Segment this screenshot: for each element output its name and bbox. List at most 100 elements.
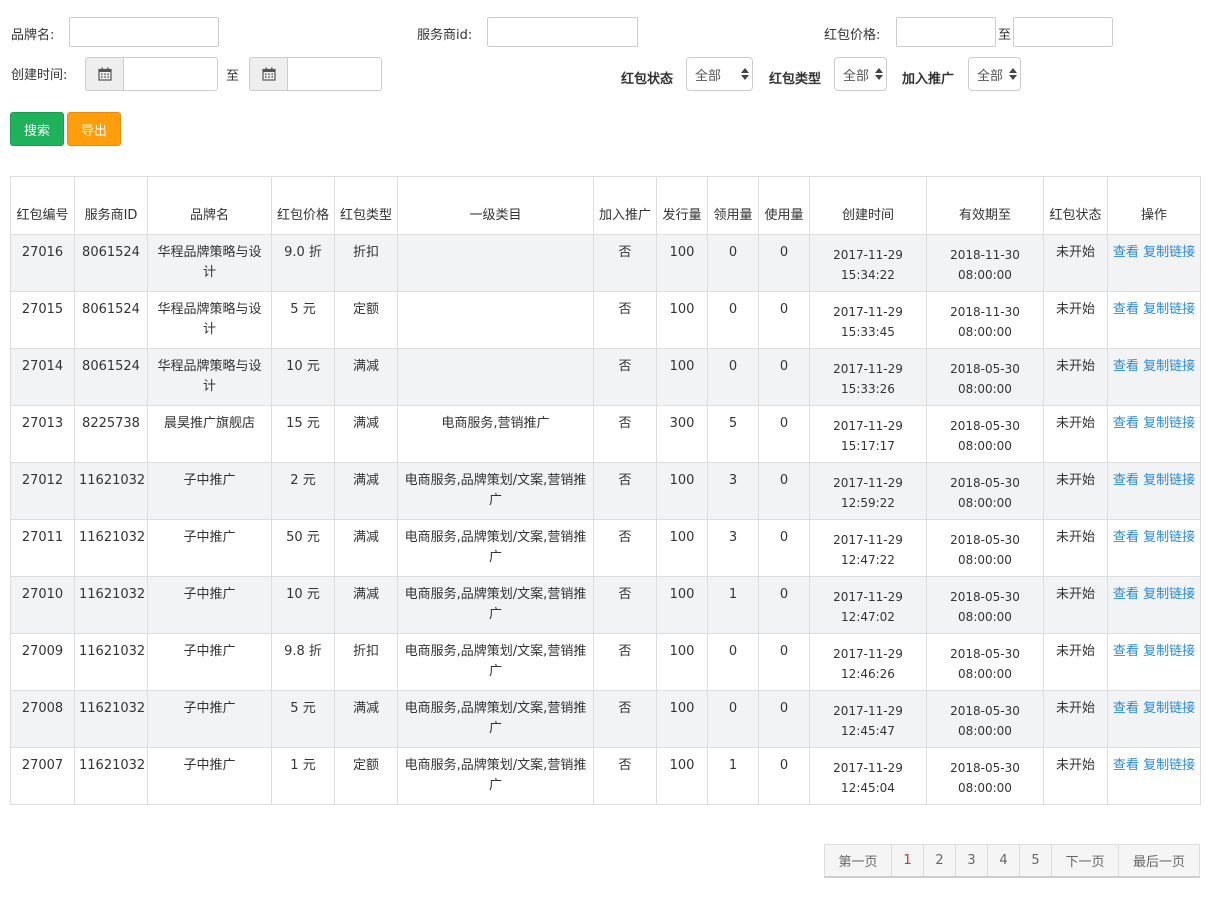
page-link-1[interactable]: 1 (892, 845, 924, 876)
cell-issued: 100 (656, 747, 708, 805)
copy-link-button[interactable]: 复制链接 (1143, 302, 1195, 317)
cell-type: 满减 (334, 519, 398, 577)
created-end-input[interactable] (287, 57, 382, 91)
table-row: 27013 8225738 晨昊推广旗舰店 15 元满减 电商服务,营销推广否 300 5 0… (10, 405, 1201, 463)
view-link[interactable]: 查看 (1113, 416, 1139, 431)
cell-promo: 否 (593, 519, 657, 577)
cell-status: 未开始 (1043, 747, 1108, 805)
next-page-link[interactable]: 下一页 (1052, 845, 1119, 876)
cell-claimed: 1 (707, 576, 759, 634)
cell-actions: 查看 复制链接 (1107, 405, 1201, 463)
price-max-input[interactable] (1013, 17, 1113, 47)
col-header: 一级类目 (397, 176, 594, 235)
copy-link-button[interactable]: 复制链接 (1143, 416, 1195, 431)
cell-actions: 查看 复制链接 (1107, 519, 1201, 577)
cell-provider-id: 8061524 (74, 348, 148, 406)
cell-coupon-id: 27013 (10, 405, 75, 463)
copy-link-button[interactable]: 复制链接 (1143, 758, 1195, 773)
copy-link-button[interactable]: 复制链接 (1143, 359, 1195, 374)
col-header: 加入推广 (593, 176, 657, 235)
cell-brand: 子中推广 (147, 462, 272, 520)
cell-price: 9.8 折 (271, 633, 335, 691)
cell-brand: 子中推广 (147, 576, 272, 634)
view-link[interactable]: 查看 (1113, 473, 1139, 488)
cell-created-time: 2017-11-29 12:46:26 (809, 633, 927, 691)
copy-link-button[interactable]: 复制链接 (1143, 473, 1195, 488)
status-select[interactable]: 全部 (686, 57, 753, 91)
cell-price: 5 元 (271, 690, 335, 748)
cell-coupon-id: 27010 (10, 576, 75, 634)
table-header-row: 红包编号 服务商ID 品牌名 红包价格 红包类型 一级类目 加入推广 发行量 领… (10, 176, 1201, 235)
page-link-2[interactable]: 2 (924, 845, 956, 876)
pagination: 第一页 1 2 3 4 5 下一页 最后一页 (824, 844, 1200, 878)
promo-select-value: 全部 (977, 68, 1004, 84)
page-link-4[interactable]: 4 (988, 845, 1020, 876)
page-link-5[interactable]: 5 (1020, 845, 1052, 876)
view-link[interactable]: 查看 (1113, 701, 1139, 716)
price-range-separator: 至 (998, 28, 1012, 43)
cell-coupon-id: 27012 (10, 462, 75, 520)
cell-promo: 否 (593, 747, 657, 805)
cell-issued: 100 (656, 291, 708, 349)
copy-link-button[interactable]: 复制链接 (1143, 587, 1195, 602)
view-link[interactable]: 查看 (1113, 587, 1139, 602)
cell-category: 电商服务,品牌策划/文案,营销推广 (397, 462, 594, 520)
cell-price: 9.0 折 (271, 234, 335, 292)
select-arrows-icon (741, 68, 749, 80)
copy-link-button[interactable]: 复制链接 (1143, 701, 1195, 716)
view-link[interactable]: 查看 (1113, 302, 1139, 317)
cell-expires: 2018-11-30 08:00:00 (926, 291, 1044, 349)
page-link-3[interactable]: 3 (956, 845, 988, 876)
cell-provider-id: 11621032 (74, 747, 148, 805)
last-page-link[interactable]: 最后一页 (1119, 845, 1199, 876)
view-link[interactable]: 查看 (1113, 245, 1139, 260)
created-start-input[interactable] (123, 57, 218, 91)
cell-provider-id: 11621032 (74, 633, 148, 691)
cell-created-time: 2017-11-29 12:45:04 (809, 747, 927, 805)
first-page-link[interactable]: 第一页 (825, 845, 892, 876)
col-header: 有效期至 (926, 176, 1044, 235)
col-header: 红包类型 (334, 176, 398, 235)
cell-category (397, 348, 594, 406)
type-select[interactable]: 全部 (834, 57, 887, 91)
cell-status: 未开始 (1043, 291, 1108, 349)
cell-created-time: 2017-11-29 12:47:02 (809, 576, 927, 634)
view-link[interactable]: 查看 (1113, 530, 1139, 545)
cell-used: 0 (758, 576, 810, 634)
cell-type: 定额 (334, 291, 398, 349)
copy-link-button[interactable]: 复制链接 (1143, 644, 1195, 659)
view-link[interactable]: 查看 (1113, 644, 1139, 659)
brand-input[interactable] (69, 17, 219, 47)
cell-coupon-id: 27011 (10, 519, 75, 577)
cell-used: 0 (758, 519, 810, 577)
status-select-value: 全部 (695, 68, 722, 84)
cell-used: 0 (758, 405, 810, 463)
copy-link-button[interactable]: 复制链接 (1143, 530, 1195, 545)
col-header: 品牌名 (147, 176, 272, 235)
select-arrows-icon (1009, 68, 1017, 80)
cell-promo: 否 (593, 291, 657, 349)
cell-actions: 查看 复制链接 (1107, 576, 1201, 634)
price-min-input[interactable] (896, 17, 996, 47)
cell-actions: 查看 复制链接 (1107, 291, 1201, 349)
view-link[interactable]: 查看 (1113, 359, 1139, 374)
promo-select[interactable]: 全部 (968, 57, 1021, 91)
calendar-icon[interactable] (85, 57, 123, 91)
cell-used: 0 (758, 633, 810, 691)
cell-expires: 2018-05-30 08:00:00 (926, 633, 1044, 691)
cell-promo: 否 (593, 690, 657, 748)
cell-brand: 华程品牌策略与设计 (147, 234, 272, 292)
cell-claimed: 3 (707, 519, 759, 577)
cell-type: 折扣 (334, 633, 398, 691)
search-button[interactable]: 搜索 (10, 112, 64, 146)
provider-id-input[interactable] (487, 17, 638, 47)
calendar-icon[interactable] (249, 57, 287, 91)
copy-link-button[interactable]: 复制链接 (1143, 245, 1195, 260)
view-link[interactable]: 查看 (1113, 758, 1139, 773)
cell-brand: 子中推广 (147, 690, 272, 748)
export-button[interactable]: 导出 (67, 112, 121, 146)
cell-expires: 2018-05-30 08:00:00 (926, 348, 1044, 406)
table-row: 27009 11621032 子中推广 9.8 折折扣 电商服务,品牌策划/文案,营销推… (10, 633, 1201, 691)
cell-created-time: 2017-11-29 12:45:47 (809, 690, 927, 748)
cell-provider-id: 8061524 (74, 291, 148, 349)
